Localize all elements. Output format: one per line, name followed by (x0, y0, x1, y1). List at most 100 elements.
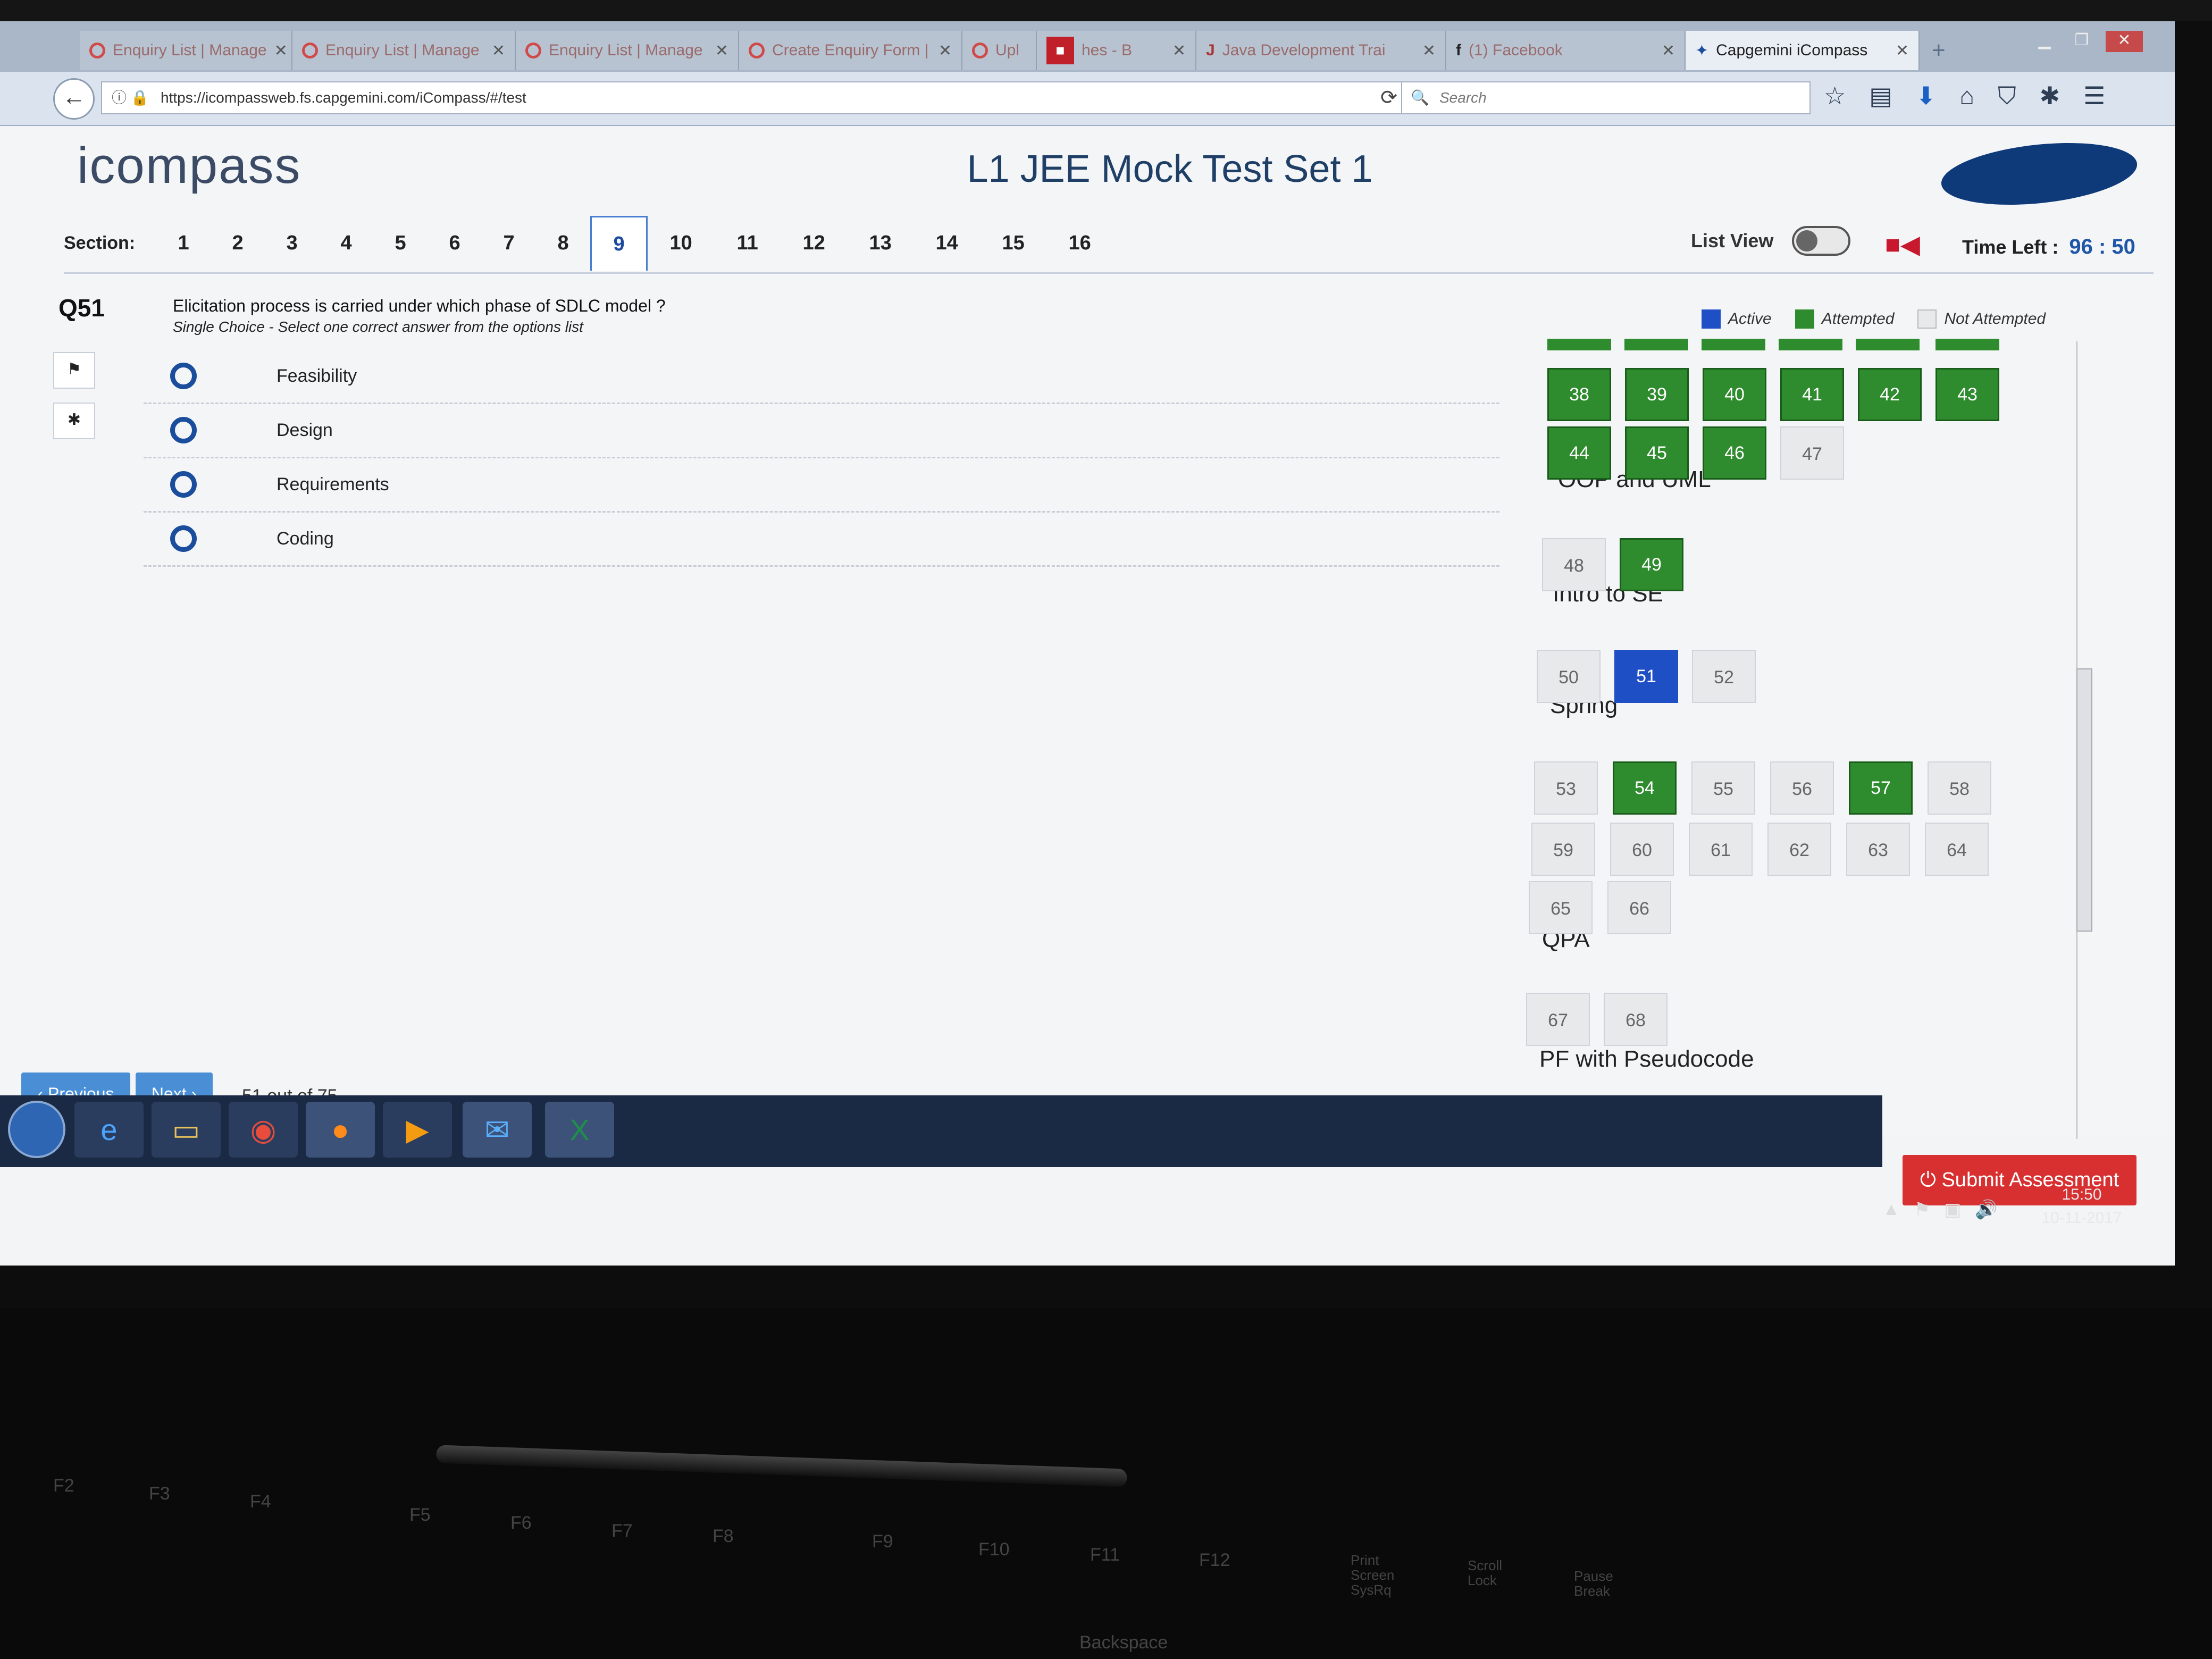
section-tab[interactable]: 6 (428, 216, 482, 270)
question-button[interactable]: 56 (1770, 761, 1834, 815)
option-row[interactable]: Feasibility (144, 349, 1499, 404)
radio-button[interactable] (170, 525, 197, 552)
reading-list-icon[interactable]: ▤ (1869, 81, 1892, 114)
close-tab-icon[interactable]: ✕ (1172, 41, 1186, 60)
media-player-icon[interactable]: ▶ (383, 1102, 452, 1158)
section-tab[interactable]: 3 (265, 216, 319, 270)
browser-tab[interactable]: Enquiry List | Manage ✕ (80, 31, 292, 70)
question-button[interactable]: 62 (1767, 823, 1831, 876)
search-input[interactable]: 🔍 Search (1401, 81, 1811, 114)
browser-tab-active[interactable]: ✦ Capgemini iCompass ✕ (1686, 31, 1920, 70)
close-window-icon[interactable]: ✕ (2106, 31, 2143, 52)
question-button[interactable]: 64 (1925, 823, 1989, 876)
reload-icon[interactable]: ⟳ (1380, 82, 1397, 113)
section-tab[interactable]: 2 (211, 216, 265, 270)
question-button[interactable]: 41 (1780, 368, 1844, 421)
address-bar[interactable]: ⓘ 🔒 https://icompassweb.fs.capgemini.com… (101, 81, 1409, 114)
question-button[interactable]: 59 (1531, 823, 1595, 876)
section-tab[interactable]: 7 (482, 216, 536, 270)
section-tab[interactable]: 1 (156, 216, 211, 270)
section-tab[interactable]: 15 (980, 216, 1046, 270)
browser-tab[interactable]: Create Enquiry Form | ✕ (739, 31, 962, 70)
close-tab-icon[interactable]: ✕ (492, 41, 505, 60)
outlook-icon[interactable]: ✉ (463, 1102, 532, 1158)
radio-button[interactable] (170, 417, 197, 443)
question-button[interactable]: 67 (1526, 993, 1590, 1046)
question-button[interactable]: 49 (1620, 538, 1683, 591)
section-tab[interactable]: 12 (781, 216, 847, 270)
question-button[interactable]: 54 (1613, 761, 1677, 815)
question-button[interactable]: 57 (1849, 761, 1913, 815)
network-icon[interactable]: ▣ (1944, 1199, 1961, 1220)
section-tab[interactable]: 11 (714, 216, 781, 270)
question-button[interactable]: 53 (1534, 761, 1598, 815)
maximize-icon[interactable]: ❐ (2063, 31, 2100, 52)
radio-button[interactable] (170, 471, 197, 498)
radio-button[interactable] (170, 363, 197, 389)
home-icon[interactable]: ⌂ (1959, 81, 1974, 114)
start-button[interactable] (8, 1101, 65, 1158)
file-explorer-icon[interactable]: ▭ (152, 1102, 221, 1158)
chrome-icon[interactable]: ◉ (229, 1102, 298, 1158)
question-button[interactable]: 39 (1625, 368, 1689, 421)
question-button[interactable]: 38 (1547, 368, 1611, 421)
question-button[interactable]: 55 (1691, 761, 1755, 815)
download-icon[interactable]: ⬇ (1916, 81, 1937, 114)
question-button[interactable]: 50 (1537, 650, 1601, 703)
question-button[interactable]: 45 (1625, 426, 1689, 480)
question-button[interactable]: 44 (1547, 426, 1611, 480)
new-tab-button[interactable]: + (1922, 31, 1959, 70)
question-button[interactable]: 42 (1858, 368, 1922, 421)
question-button[interactable]: 52 (1692, 650, 1756, 703)
minimize-icon[interactable]: ▁ (2026, 31, 2063, 52)
browser-tab[interactable]: Enquiry List | Manage ✕ (292, 31, 516, 70)
question-button[interactable]: 46 (1703, 426, 1766, 480)
section-tab-active[interactable]: 9 (590, 215, 648, 271)
question-button[interactable]: 48 (1542, 538, 1606, 591)
close-tab-icon[interactable]: ✕ (1662, 41, 1675, 60)
question-button[interactable]: 65 (1529, 881, 1593, 934)
tray-expand-icon[interactable]: ▲ (1882, 1199, 1900, 1220)
question-button-active[interactable]: 51 (1614, 650, 1678, 703)
close-tab-icon[interactable]: ✕ (1896, 41, 1909, 60)
close-tab-icon[interactable]: ✕ (274, 41, 288, 60)
firefox-icon[interactable]: ● (306, 1102, 375, 1158)
browser-tab[interactable]: f (1) Facebook ✕ (1446, 31, 1686, 70)
palette-scroll-thumb[interactable] (2076, 668, 2092, 932)
volume-icon[interactable]: 🔊 (1975, 1199, 1997, 1220)
close-tab-icon[interactable]: ✕ (939, 41, 952, 60)
extension-icon[interactable]: ✱ (2040, 81, 2060, 114)
question-button[interactable]: 58 (1928, 761, 1991, 815)
back-button[interactable]: ← (53, 78, 95, 120)
browser-tab[interactable]: ■ hes - B ✕ (1037, 31, 1196, 70)
taskbar-clock[interactable]: 15:50 10-11-2017 (2021, 1183, 2143, 1230)
list-view-toggle[interactable] (1792, 226, 1850, 256)
browser-tab[interactable]: Upl (962, 31, 1037, 70)
section-tab[interactable]: 14 (914, 216, 980, 270)
bookmark-star-icon[interactable]: ☆ (1824, 81, 1846, 114)
bug-report-icon[interactable]: ✱ (53, 403, 95, 439)
section-tab[interactable]: 16 (1046, 216, 1113, 270)
pocket-icon[interactable]: ⛉ (1998, 81, 2016, 114)
action-center-flag-icon[interactable]: ⚑ (1914, 1199, 1930, 1220)
question-button[interactable]: 63 (1846, 823, 1910, 876)
option-row[interactable]: Coding (144, 512, 1499, 567)
section-tab[interactable]: 10 (648, 216, 714, 270)
close-tab-icon[interactable]: ✕ (1422, 41, 1436, 60)
section-tab[interactable]: 8 (536, 216, 590, 270)
close-tab-icon[interactable]: ✕ (715, 41, 728, 60)
flag-icon[interactable]: ⚑ (53, 352, 95, 389)
internet-explorer-icon[interactable]: e (74, 1102, 144, 1158)
section-tab[interactable]: 4 (319, 216, 373, 270)
question-button[interactable]: 43 (1936, 368, 1999, 421)
menu-icon[interactable]: ☰ (2083, 81, 2105, 114)
section-tab[interactable]: 13 (847, 216, 914, 270)
browser-tab[interactable]: J Java Development Trai ✕ (1196, 31, 1446, 70)
question-button[interactable]: 40 (1703, 368, 1766, 421)
section-tab[interactable]: 5 (373, 216, 428, 270)
question-button[interactable]: 68 (1604, 993, 1668, 1046)
option-row[interactable]: Requirements (144, 458, 1499, 513)
browser-tab[interactable]: Enquiry List | Manage ✕ (516, 31, 739, 70)
question-button[interactable]: 47 (1780, 426, 1844, 480)
question-button[interactable]: 61 (1689, 823, 1753, 876)
